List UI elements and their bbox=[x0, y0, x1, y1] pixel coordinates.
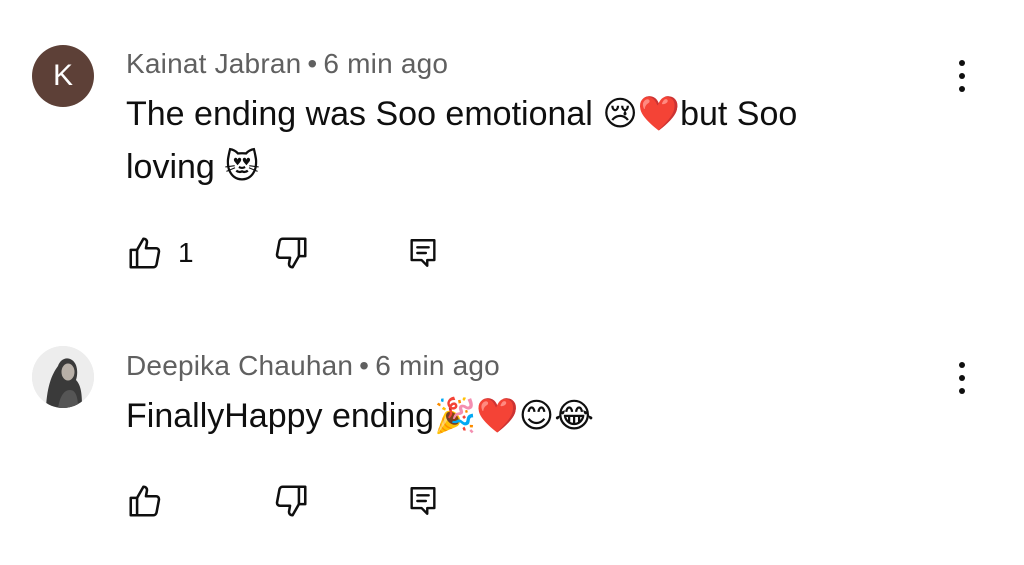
comment-item: K Kainat Jabran • 6 min ago The ending was… bbox=[0, 0, 1024, 300]
meta-separator: • bbox=[359, 350, 370, 381]
comment-text: The ending was Soo emotional 😢❤️but Soo … bbox=[126, 88, 926, 194]
avatar-letter: K bbox=[52, 59, 73, 92]
comment-item: Deepika Chauhan • 6 min ago FinallyHappy e… bbox=[0, 300, 1024, 565]
comment-text-body: FinallyHappy ending bbox=[126, 397, 435, 435]
avatar[interactable]: K bbox=[32, 45, 94, 107]
reply-button[interactable] bbox=[406, 481, 440, 521]
more-vertical-icon[interactable] bbox=[950, 60, 974, 92]
comment-time[interactable]: 6 min ago bbox=[323, 48, 448, 79]
like-button[interactable]: 1 bbox=[126, 233, 194, 273]
comment-author[interactable]: Deepika Chauhan bbox=[126, 350, 353, 381]
thumb-down-icon bbox=[275, 485, 307, 517]
more-vertical-icon[interactable] bbox=[950, 362, 974, 394]
reply-button[interactable] bbox=[406, 233, 440, 273]
comment-text-line2: loving bbox=[126, 148, 225, 186]
meta-separator: • bbox=[307, 48, 318, 79]
comment-text: FinallyHappy ending🎉❤️😊😂 bbox=[126, 390, 926, 443]
comment-meta: Deepika Chauhan • 6 min ago bbox=[126, 350, 500, 382]
thumb-up-icon bbox=[129, 485, 161, 517]
thumb-down-icon bbox=[275, 237, 307, 269]
comment-author[interactable]: Kainat Jabran bbox=[126, 48, 301, 79]
dislike-button[interactable] bbox=[272, 233, 310, 273]
comment-time[interactable]: 6 min ago bbox=[375, 350, 500, 381]
comment-emoji: 😻 bbox=[224, 147, 260, 187]
comment-text-after: but Soo bbox=[680, 95, 798, 133]
comment-emoji: 😢❤️ bbox=[602, 94, 681, 134]
reply-comment-icon bbox=[410, 487, 436, 515]
dislike-button[interactable] bbox=[272, 481, 310, 521]
avatar[interactable] bbox=[32, 346, 94, 408]
profile-photo-icon bbox=[32, 346, 94, 408]
like-button[interactable] bbox=[126, 481, 178, 521]
comment-text-line1: The ending was Soo emotional bbox=[126, 95, 603, 133]
comment-meta: Kainat Jabran • 6 min ago bbox=[126, 48, 448, 80]
like-count: 1 bbox=[178, 237, 194, 268]
comment-emoji: 🎉❤️😊😂 bbox=[434, 396, 594, 436]
reply-comment-icon bbox=[410, 239, 436, 267]
thumb-up-icon bbox=[129, 237, 161, 269]
